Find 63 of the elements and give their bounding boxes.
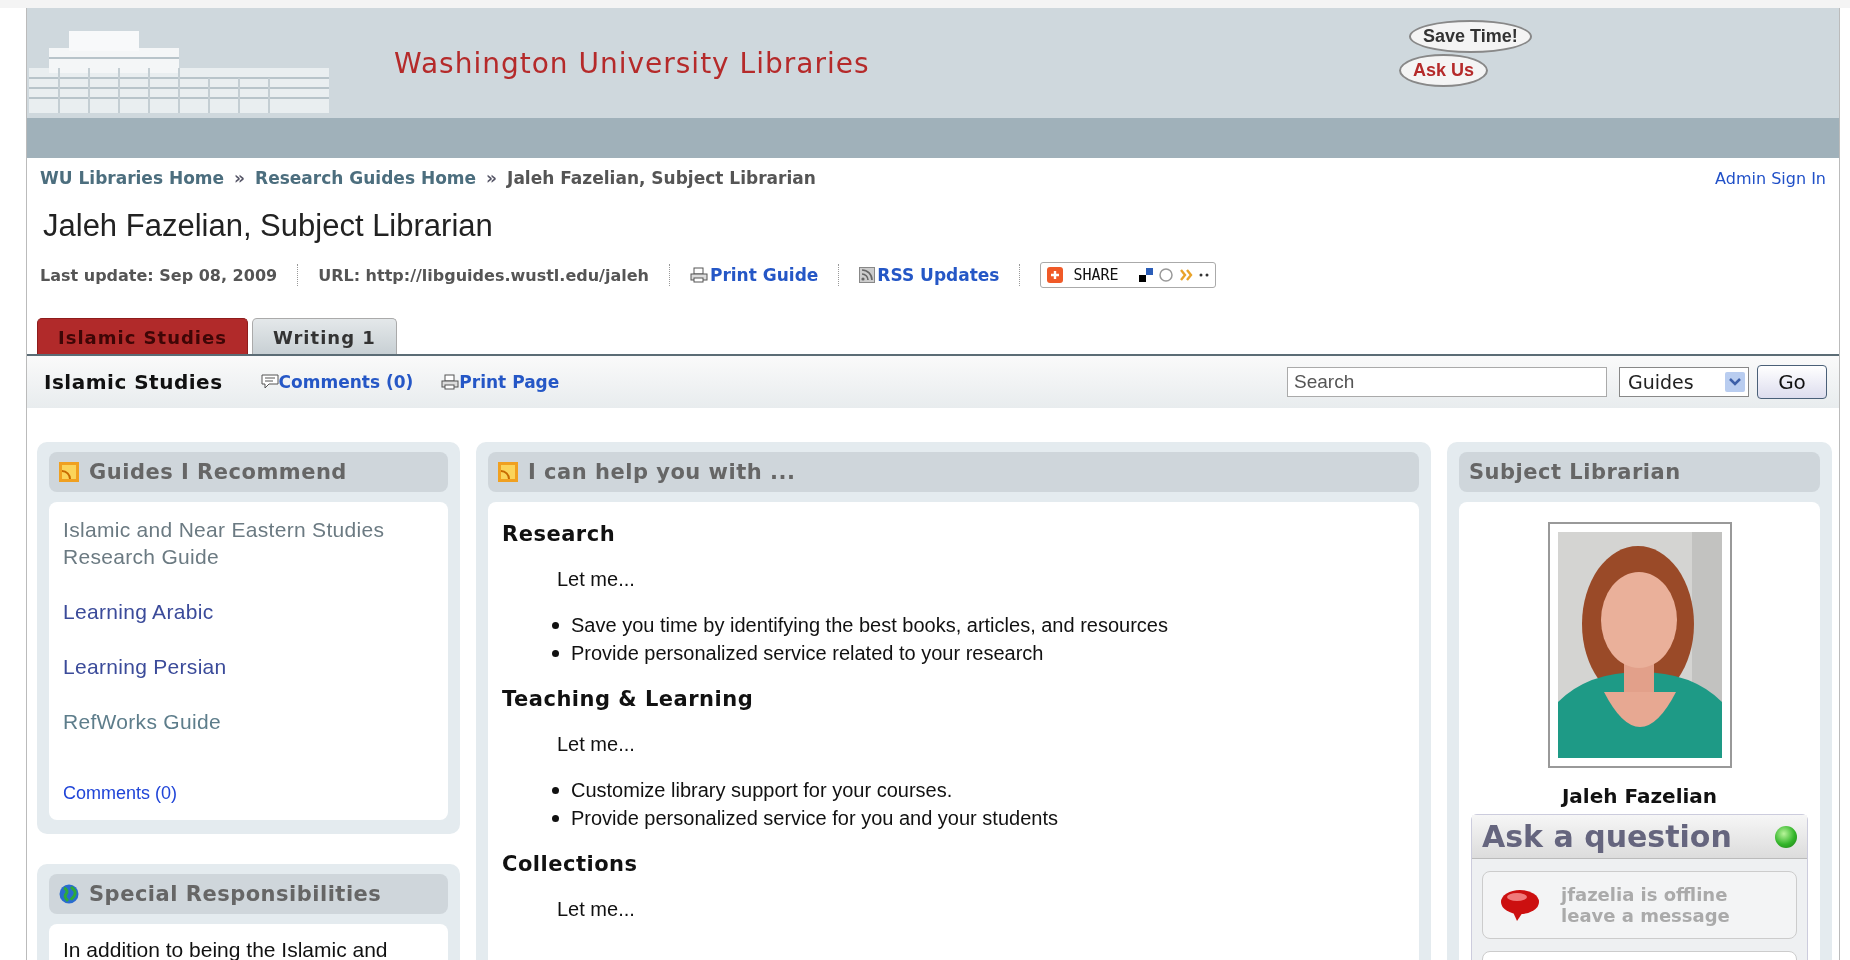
box-header: Subject Librarian: [1459, 452, 1820, 492]
list-item: Save you time by identifying the best books, articles, and resources: [571, 613, 1168, 638]
list-item: Provide personalized service related to your research: [571, 641, 1044, 666]
feed-icon: [59, 462, 79, 482]
breadcrumb-separator: »: [486, 168, 498, 188]
more-icon: [1198, 273, 1209, 277]
breadcrumb-link[interactable]: Research Guides Home: [255, 168, 477, 188]
guide-link[interactable]: Learning Arabic: [63, 598, 434, 625]
section-heading: Research: [502, 522, 617, 546]
chat-status-text: jfazelia is offline: [1561, 884, 1729, 905]
page-title: Jaleh Fazelian, Subject Librarian: [43, 208, 494, 244]
section-heading: Teaching & Learning: [502, 687, 755, 711]
bullet-icon: [552, 786, 559, 794]
plus-icon: [1047, 267, 1064, 283]
librarian-name: Jaleh Fazelian: [1561, 784, 1718, 808]
intro-text: Let me...: [557, 898, 636, 921]
guide-tab[interactable]: Writing 1: [251, 318, 397, 354]
feed-icon: [498, 462, 518, 482]
box-header: Guides I Recommend: [49, 452, 448, 492]
print-page-link[interactable]: Print Page: [459, 372, 560, 392]
intro-text: Let me...: [557, 568, 636, 591]
breadcrumb-separator: »: [234, 168, 246, 188]
circle-icon: [1158, 268, 1173, 282]
box-header: Special Responsibilities: [49, 874, 448, 914]
bullet-icon: [552, 621, 559, 629]
rss-updates-link[interactable]: RSS Updates: [877, 265, 1000, 285]
speech-bubble-icon: [1499, 888, 1541, 922]
site-title[interactable]: Washington University Libraries: [394, 46, 870, 80]
section-heading: Collections: [502, 852, 639, 876]
go-button[interactable]: Go: [1757, 365, 1827, 399]
printer-icon: [441, 374, 460, 390]
printer-icon: [689, 267, 708, 283]
scope-dropdown[interactable]: Guides: [1619, 367, 1749, 397]
intro-text: Let me...: [557, 733, 636, 756]
list-item: Provide personalized service for you and your students: [571, 806, 1058, 831]
list-item: Customize library support for your courses.: [571, 778, 953, 803]
last-update: Last update: Sep 08, 2009: [40, 265, 278, 285]
bullet-icon: [552, 814, 559, 822]
speech-bubble[interactable]: Ask Us: [1399, 54, 1489, 87]
page-heading: Islamic Studies: [44, 370, 223, 394]
share-button[interactable]: SHARE: [1040, 262, 1216, 288]
speech-bubble[interactable]: Save Time!: [1409, 20, 1532, 53]
guide-url: URL: http://libguides.wustl.edu/jaleh: [318, 265, 649, 285]
comments-link[interactable]: Comments (0): [63, 783, 434, 804]
status-dot: [1775, 825, 1797, 848]
rss-icon: [859, 267, 876, 283]
admin-sign-in-link[interactable]: Admin Sign In: [1715, 168, 1826, 188]
guide-link[interactable]: RefWorks Guide: [63, 708, 434, 735]
breadcrumb-current: Jaleh Fazelian, Subject Librarian: [507, 168, 816, 188]
chat-title: Ask a question: [1482, 819, 1732, 854]
breadcrumb-link[interactable]: WU Libraries Home: [40, 168, 225, 188]
guide-link[interactable]: Learning Persian: [63, 653, 434, 680]
bullet-icon: [552, 649, 559, 657]
print-guide-link[interactable]: Print Guide: [709, 265, 819, 285]
guide-link[interactable]: Islamic and Near Eastern Studies Research Guide: [63, 516, 434, 570]
box-header: I can help you with ...: [488, 452, 1419, 492]
squares-icon: [1138, 268, 1153, 282]
chevrons-icon: [1178, 268, 1193, 282]
comment-icon: [260, 374, 279, 390]
globe-icon: [59, 884, 79, 904]
chat-status-text: leave a message: [1561, 905, 1730, 926]
comments-link[interactable]: Comments (0): [278, 372, 414, 392]
search-field[interactable]: Search: [1287, 367, 1607, 397]
